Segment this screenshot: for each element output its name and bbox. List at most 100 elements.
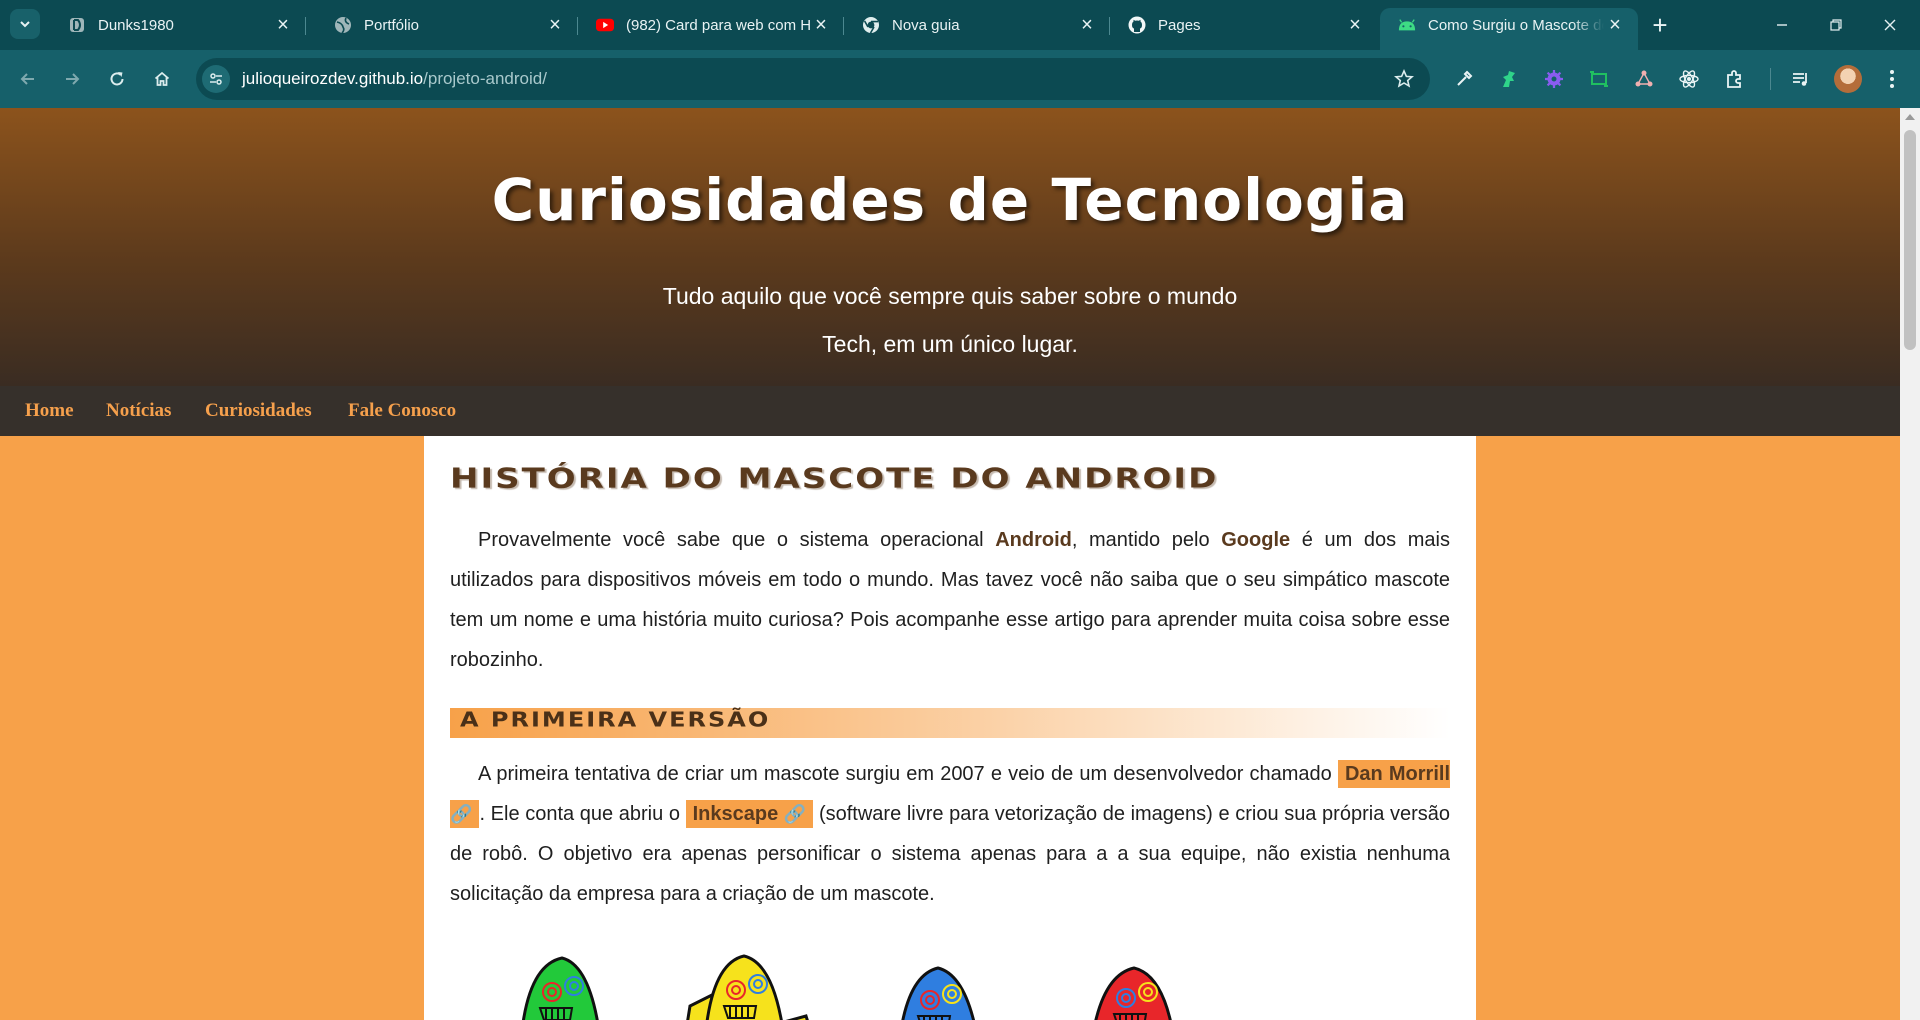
mascot-robots-image [522,954,1172,1020]
tab-title: Nova guia [892,16,960,34]
browser-toolbar: julioqueirozdev.github.io/projeto-androi… [0,50,1920,108]
yellow-mascot [686,954,809,1020]
link-icon: 🔗 [450,804,473,824]
github-icon [1128,16,1146,34]
home-icon [154,71,170,86]
site-subtitle: Tudo aquilo que você sempre quis saber s… [600,272,1300,368]
restore-button[interactable] [1806,0,1866,50]
dinosaur-icon [1503,71,1515,87]
purple-extension[interactable] [1540,65,1568,93]
url-path: /projeto-android/ [423,69,547,88]
intro-text-1: Provavelmente você sabe que o sistema op… [478,529,996,551]
nav-link-curiosidades[interactable]: Curiosidades [205,400,312,422]
link-icon: 🔗 [783,804,807,824]
new-tab-button[interactable]: + [1646,10,1674,40]
site-subtitle-line1: Tudo aquilo que você sempre quis saber s… [662,283,1238,309]
site-info-button[interactable] [202,65,230,93]
home-button[interactable] [146,63,178,95]
dino-extension[interactable] [1495,65,1523,93]
reload-button[interactable] [101,63,133,95]
page-scrollbar[interactable] [1900,108,1920,1020]
close-icon[interactable]: × [1076,14,1098,36]
dunks-icon [68,16,86,34]
tab-title: Dunks1980 [98,16,174,34]
tab-mascote-android[interactable]: Como Surgiu o Mascote do × [1380,8,1638,50]
arrow-right-icon [66,73,80,85]
minimize-button[interactable] [1752,0,1812,50]
section-heading: A Primeira Versão [460,708,771,732]
intro-text-2: , mantido pelo [1071,529,1222,551]
network-icon [1635,70,1653,87]
tab-portfolio[interactable]: Portfólio × [316,8,578,42]
tab-separator [305,17,306,35]
close-icon [1884,19,1896,31]
blue-mascot [901,966,975,1020]
graph-extension[interactable] [1630,65,1658,93]
article-title: História do Mascote do Android [450,462,1219,495]
forward-button[interactable] [56,63,88,95]
tab-title: Portfólio [364,16,420,34]
nav-link-fale-conosco[interactable]: Fale Conosco [348,400,456,422]
tab-strip: Dunks1980 × Portfólio × (982) Card para … [0,0,1920,50]
browser-menu-button[interactable] [1878,65,1906,93]
android-keyword: Android [995,529,1072,551]
nav-link-noticias[interactable]: Notícias [106,400,171,422]
url-host: julioqueirozdev.github.io [242,69,424,88]
inkscape-link[interactable]: Inkscape 🔗 [685,800,814,828]
google-keyword: Google [1221,529,1291,551]
close-window-button[interactable] [1860,0,1920,50]
url-text[interactable]: julioqueirozdev.github.io/projeto-androi… [242,69,547,89]
close-icon[interactable]: × [810,14,832,36]
window-resizer-extension[interactable] [1585,65,1613,93]
back-button[interactable] [12,63,44,95]
globe-icon [334,16,352,34]
site-nav: Home Notícias Curiosidades Fale Conosco [0,386,1900,436]
profile-avatar[interactable] [1834,65,1862,93]
frame-icon [1590,71,1608,87]
tab-search-button[interactable] [10,9,40,39]
tab-youtube[interactable]: (982) Card para web com H × [578,8,844,42]
address-bar[interactable]: julioqueirozdev.github.io/projeto-androi… [196,58,1430,100]
section-paragraph: A primeira tentativa de criar um mascote… [450,754,1450,914]
nav-link-home[interactable]: Home [25,400,74,422]
color-picker-extension[interactable] [1450,65,1478,93]
tune-icon [210,73,222,85]
page-viewport: Curiosidades de Tecnologia Tudo aquilo q… [0,108,1900,1020]
tab-title: Como Surgiu o Mascote do [1428,16,1604,34]
section-text-2: . Ele conta que abriu o [479,803,686,825]
section-text-1: A primeira tentativa de criar um mascote… [478,763,1338,785]
inkscape-link-label: Inkscape [692,803,779,825]
scroll-up-arrow[interactable] [1905,114,1915,120]
more-vertical-icon [1890,70,1894,88]
green-mascot [522,956,599,1020]
intro-paragraph: Provavelmente você sabe que o sistema op… [450,520,1450,680]
tab-dunks1980[interactable]: Dunks1980 × [50,8,306,42]
eyedropper-icon [1457,70,1473,86]
react-icon [1679,70,1699,88]
tab-pages[interactable]: Pages × [1110,8,1378,42]
close-icon[interactable]: × [1344,14,1366,36]
bookmark-button[interactable] [1392,67,1416,91]
close-icon[interactable]: × [272,14,294,36]
close-icon[interactable]: × [544,14,566,36]
mascot-illustration [424,936,1476,1020]
gear-icon [1545,70,1563,88]
close-icon[interactable]: × [1604,14,1626,36]
reload-icon [110,72,124,86]
chrome-icon [862,16,880,34]
tab-nova-guia[interactable]: Nova guia × [844,8,1110,42]
youtube-icon [596,16,614,34]
scrollbar-thumb[interactable] [1904,130,1916,350]
puzzle-icon [1727,70,1741,88]
android-icon [1398,16,1416,34]
queue-music-icon [1793,73,1807,86]
tab-title: (982) Card para web com H [626,16,810,34]
minimize-icon [1777,24,1787,26]
react-devtools-extension[interactable] [1675,65,1703,93]
extensions-button[interactable] [1720,65,1748,93]
section-heading-bar: A Primeira Versão [450,708,1450,738]
chevron-down-icon [20,21,30,28]
media-control-button[interactable] [1787,65,1815,93]
red-mascot [1094,966,1172,1020]
article: História do Mascote do Android Provavelm… [424,436,1476,1020]
